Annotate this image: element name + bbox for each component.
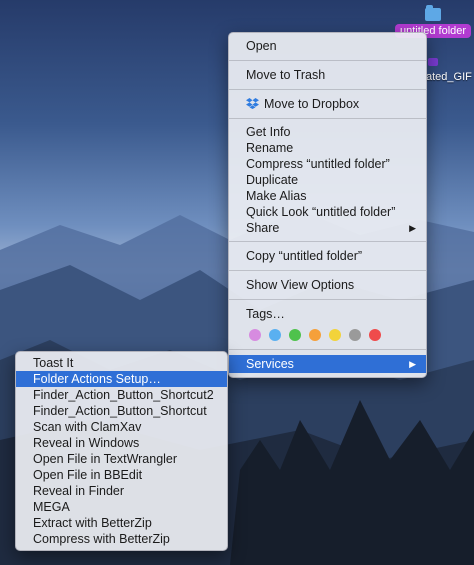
services-item[interactable]: Compress with BetterZip bbox=[16, 531, 227, 547]
menu-separator bbox=[229, 349, 426, 350]
menu-item-compress[interactable]: Compress “untitled folder” bbox=[229, 156, 426, 172]
menu-item-open[interactable]: Open bbox=[229, 37, 426, 55]
menu-item-move-to-dropbox[interactable]: Move to Dropbox bbox=[229, 95, 426, 113]
desktop-gif-label[interactable]: ated_GIF bbox=[426, 71, 472, 83]
menu-item-label: Share bbox=[246, 221, 280, 235]
tag-orange[interactable] bbox=[309, 329, 321, 341]
tag-color-row bbox=[229, 323, 426, 344]
services-item[interactable]: Scan with ClamXav bbox=[16, 419, 227, 435]
menu-separator bbox=[229, 118, 426, 119]
tag-red[interactable] bbox=[369, 329, 381, 341]
tag-green[interactable] bbox=[289, 329, 301, 341]
menu-item-show-view-options[interactable]: Show View Options bbox=[229, 276, 426, 294]
menu-item-services[interactable]: Services ▶ bbox=[229, 355, 426, 373]
menu-item-get-info[interactable]: Get Info bbox=[229, 124, 426, 140]
dropbox-icon bbox=[246, 98, 259, 109]
menu-item-duplicate[interactable]: Duplicate bbox=[229, 172, 426, 188]
menu-item-rename[interactable]: Rename bbox=[229, 140, 426, 156]
tag-yellow[interactable] bbox=[329, 329, 341, 341]
tag-purple[interactable] bbox=[249, 329, 261, 341]
menu-item-share[interactable]: Share ▶ bbox=[229, 220, 426, 236]
context-menu: Open Move to Trash Move to Dropbox Get I… bbox=[228, 32, 427, 378]
tag-blue[interactable] bbox=[269, 329, 281, 341]
services-submenu: Toast It Folder Actions Setup… Finder_Acti… bbox=[15, 351, 228, 551]
tag-gray[interactable] bbox=[349, 329, 361, 341]
submenu-arrow-icon: ▶ bbox=[409, 359, 416, 369]
menu-item-move-to-trash[interactable]: Move to Trash bbox=[229, 66, 426, 84]
menu-separator bbox=[229, 270, 426, 271]
services-item[interactable]: Reveal in Finder bbox=[16, 483, 227, 499]
services-item[interactable]: Finder_Action_Button_Shortcut2 bbox=[16, 387, 227, 403]
desktop-folder-icon[interactable] bbox=[425, 5, 441, 21]
menu-item-tags[interactable]: Tags… bbox=[229, 305, 426, 323]
menu-separator bbox=[229, 241, 426, 242]
services-item[interactable]: Folder Actions Setup… bbox=[16, 371, 227, 387]
menu-item-copy[interactable]: Copy “untitled folder” bbox=[229, 247, 426, 265]
menu-item-label: Move to Dropbox bbox=[264, 97, 360, 111]
services-item[interactable]: Finder_Action_Button_Shortcut bbox=[16, 403, 227, 419]
menu-separator bbox=[229, 89, 426, 90]
services-item[interactable]: Open File in TextWrangler bbox=[16, 451, 227, 467]
menu-separator bbox=[229, 299, 426, 300]
menu-item-quick-look[interactable]: Quick Look “untitled folder” bbox=[229, 204, 426, 220]
services-item[interactable]: Extract with BetterZip bbox=[16, 515, 227, 531]
desktop-gif-icon[interactable] bbox=[428, 58, 438, 66]
submenu-arrow-icon: ▶ bbox=[409, 223, 416, 233]
services-item[interactable]: Open File in BBEdit bbox=[16, 467, 227, 483]
services-item[interactable]: MEGA bbox=[16, 499, 227, 515]
services-item[interactable]: Toast It bbox=[16, 355, 227, 371]
menu-item-make-alias[interactable]: Make Alias bbox=[229, 188, 426, 204]
services-item[interactable]: Reveal in Windows bbox=[16, 435, 227, 451]
menu-item-label: Services bbox=[246, 357, 294, 371]
menu-separator bbox=[229, 60, 426, 61]
